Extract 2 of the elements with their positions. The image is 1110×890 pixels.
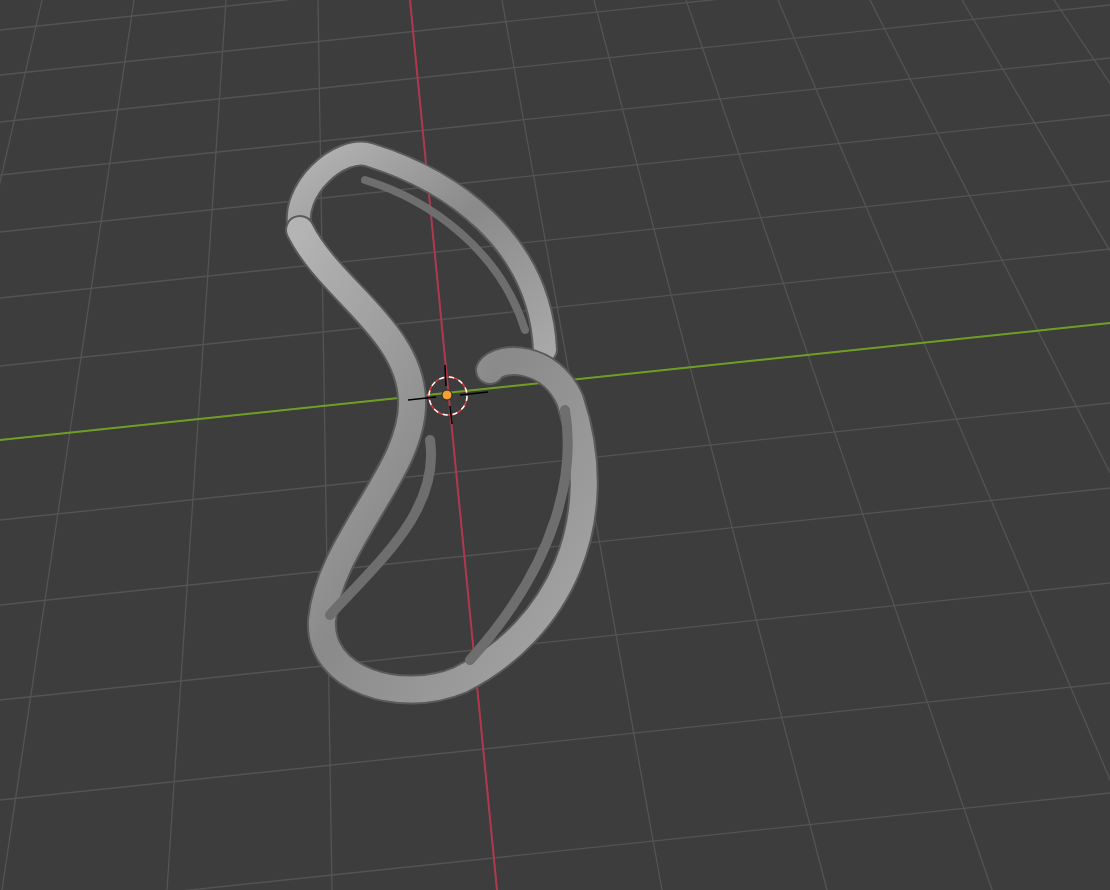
3d-cursor-icon	[407, 364, 489, 425]
origin-dot	[441, 389, 453, 401]
